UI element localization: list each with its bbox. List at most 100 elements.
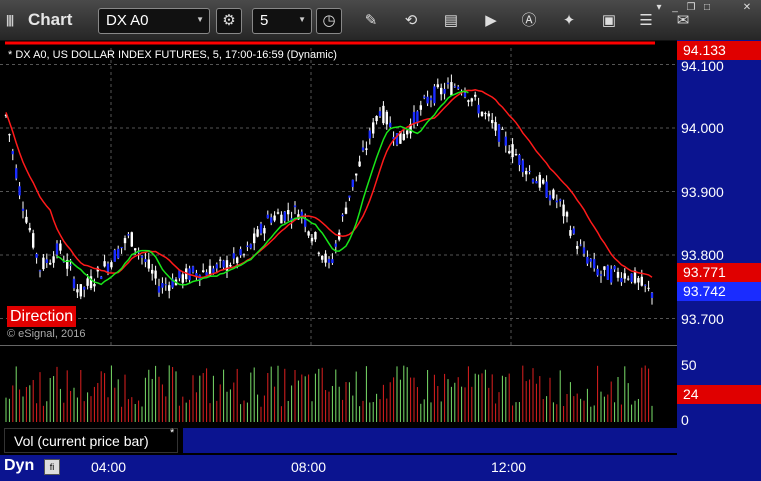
candle-body xyxy=(246,245,249,248)
camera-icon[interactable]: ▣ xyxy=(596,8,622,34)
candle-body xyxy=(331,259,334,263)
lock-icon[interactable]: fi xyxy=(44,459,60,475)
candle-body xyxy=(436,84,439,88)
candle-body xyxy=(144,259,147,263)
candle-body xyxy=(521,160,524,173)
candle-body xyxy=(164,284,167,286)
time-tick-label: 12:00 xyxy=(491,459,527,475)
refresh-cycle-icon[interactable]: ⟲ xyxy=(398,8,424,34)
link-icon[interactable]: ✦ xyxy=(556,8,582,34)
time-tick-label: 08:00 xyxy=(291,459,327,475)
clock-icon[interactable]: ◷ xyxy=(316,8,342,34)
candle-body xyxy=(538,174,541,188)
candle-body xyxy=(440,87,443,95)
window-title: Chart xyxy=(28,10,73,29)
volume-badge: 24 xyxy=(677,385,761,404)
symbol-input[interactable]: DX A0 ▼ xyxy=(98,8,210,34)
candle-body xyxy=(127,234,130,236)
candle-body xyxy=(161,283,164,288)
candle-body xyxy=(429,97,433,101)
candle-body xyxy=(236,257,239,263)
candle-body xyxy=(181,274,184,283)
candle-body xyxy=(310,237,314,242)
close-icon[interactable]: ✕ xyxy=(740,2,754,14)
candle-body xyxy=(552,189,555,199)
candle-body xyxy=(242,254,246,256)
candle-body xyxy=(487,113,490,117)
candle-body xyxy=(42,257,45,270)
candle-body xyxy=(372,122,375,134)
candle-body xyxy=(69,264,72,266)
candle-body xyxy=(239,249,242,256)
candle-body xyxy=(470,98,473,102)
candle-body xyxy=(25,216,28,223)
candle-body xyxy=(263,228,266,234)
candle-body xyxy=(273,215,276,221)
candle-body xyxy=(569,230,572,236)
candle-body xyxy=(501,128,504,130)
close-study-icon[interactable]: * xyxy=(170,427,174,439)
data-icon[interactable]: ▤ xyxy=(438,8,464,34)
chart-header: * DX A0, US DOLLAR INDEX FUTURES, 5, 17:… xyxy=(8,49,337,61)
price-chart[interactable] xyxy=(0,40,677,454)
candle-body xyxy=(531,179,535,183)
interval-input[interactable]: 5 ▼ xyxy=(252,8,312,34)
candle-body xyxy=(542,179,545,184)
candle-body xyxy=(480,111,484,116)
candle-body xyxy=(508,151,511,154)
candle-body xyxy=(375,115,378,122)
candle-body xyxy=(35,253,38,258)
candle-body xyxy=(620,277,623,283)
pencil-icon[interactable]: ✎ xyxy=(358,8,384,34)
candle-body xyxy=(222,260,225,268)
candle-body xyxy=(191,266,195,273)
candle-body xyxy=(497,124,501,142)
candle-body xyxy=(307,231,310,236)
candle-body xyxy=(86,278,89,286)
chevron-down-icon[interactable]: ▼ xyxy=(298,15,306,24)
candle-body xyxy=(610,268,613,283)
candle-body xyxy=(613,266,616,270)
candle-body xyxy=(419,105,422,110)
candle-body xyxy=(11,151,14,155)
candle-body xyxy=(484,113,487,115)
candle-body xyxy=(232,253,235,259)
candle-body xyxy=(494,122,497,131)
candle-body xyxy=(443,88,446,94)
candle-body xyxy=(79,284,82,297)
candle-body xyxy=(603,266,606,270)
volume-tick-label: 0 xyxy=(681,412,689,428)
candle-body xyxy=(630,273,633,282)
candle-body xyxy=(168,285,171,291)
candle-body xyxy=(562,204,565,217)
candle-body xyxy=(637,278,640,283)
price-tick-label: 94.000 xyxy=(681,120,724,136)
candle-body xyxy=(474,94,477,97)
maximize-icon[interactable]: □ xyxy=(700,2,714,14)
drag-grip-icon[interactable]: ||| xyxy=(6,13,14,27)
candle-body xyxy=(117,248,120,259)
candle-body xyxy=(640,276,643,286)
candle-body xyxy=(287,210,290,215)
pane-divider[interactable] xyxy=(0,345,677,346)
menu-small-icon[interactable]: ▾ xyxy=(652,2,666,14)
candle-body xyxy=(559,199,562,202)
chevron-down-icon[interactable]: ▼ xyxy=(196,15,204,24)
candle-body xyxy=(253,233,256,244)
direction-study-label[interactable]: Direction xyxy=(7,306,77,327)
link-settings-icon[interactable]: ⚙ xyxy=(216,8,242,34)
volume-study-label[interactable]: Vol (current price bar) xyxy=(4,428,178,453)
play-icon[interactable]: ▶ xyxy=(478,8,504,34)
dynamic-mode-label[interactable]: Dyn xyxy=(4,457,34,475)
candle-body xyxy=(249,244,252,249)
restore-icon[interactable]: ❐ xyxy=(684,2,698,14)
candle-body xyxy=(446,82,450,85)
candle-body xyxy=(266,214,269,219)
price-badge-ma: 93.771 xyxy=(677,263,761,282)
minimize-icon[interactable]: _ xyxy=(668,2,682,14)
candle-body xyxy=(596,268,599,276)
price-tick-label: 93.900 xyxy=(681,184,724,200)
candle-body xyxy=(215,264,218,269)
alert-icon[interactable]: Ⓐ xyxy=(516,8,542,34)
candle-body xyxy=(477,104,480,114)
